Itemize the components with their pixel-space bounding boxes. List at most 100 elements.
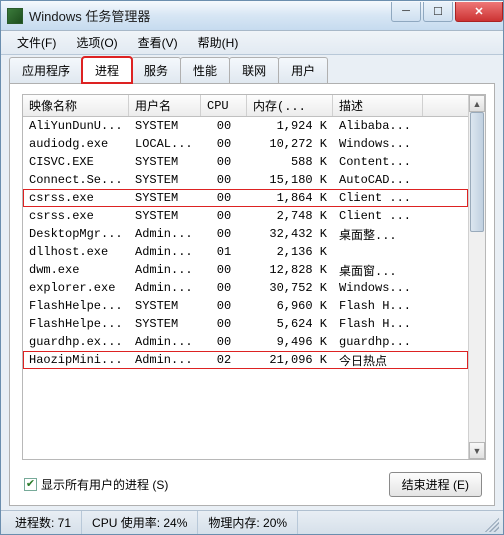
close-icon: ✕ [474, 5, 483, 18]
cell-desc: Client ... [333, 191, 423, 205]
status-phys-mem: 物理内存: 20% [198, 511, 298, 534]
col-image-name[interactable]: 映像名称 [23, 95, 129, 116]
cell-desc: Client ... [333, 209, 423, 223]
close-button[interactable]: ✕ [455, 2, 503, 22]
cell-user: Admin... [129, 245, 201, 259]
menu-options[interactable]: 选项(O) [66, 31, 127, 54]
menu-view[interactable]: 查看(V) [128, 31, 188, 54]
cell-mem: 15,180 K [247, 173, 333, 187]
cell-desc: 今日热点 [333, 352, 423, 369]
cell-cpu: 00 [201, 209, 247, 223]
cell-name: HaozipMini... [23, 353, 129, 367]
table-row[interactable]: FlashHelpe...SYSTEM005,624 KFlash H... [23, 315, 468, 333]
tab-users[interactable]: 用户 [278, 57, 328, 83]
cell-name: FlashHelpe... [23, 317, 129, 331]
process-list: 映像名称 用户名 CPU 内存(... 描述 AliYunDunU...SYST… [22, 94, 486, 460]
cell-name: AliYunDunU... [23, 119, 129, 133]
cell-desc: Windows... [333, 137, 423, 151]
menu-help[interactable]: 帮助(H) [188, 31, 249, 54]
scroll-up-button[interactable]: ▲ [469, 95, 485, 112]
col-memory[interactable]: 内存(... [247, 95, 333, 116]
cell-name: guardhp.ex... [23, 335, 129, 349]
cell-name: Connect.Se... [23, 173, 129, 187]
cell-user: SYSTEM [129, 155, 201, 169]
scroll-down-button[interactable]: ▼ [469, 442, 485, 459]
table-row[interactable]: DesktopMgr...Admin...0032,432 K桌面整... [23, 225, 468, 243]
cell-name: DesktopMgr... [23, 227, 129, 241]
task-manager-window: Windows 任务管理器 ─ ☐ ✕ 文件(F) 选项(O) 查看(V) 帮助… [0, 0, 504, 535]
cell-user: SYSTEM [129, 119, 201, 133]
table-row[interactable]: audiodg.exeLOCAL...0010,272 KWindows... [23, 135, 468, 153]
process-table: 映像名称 用户名 CPU 内存(... 描述 AliYunDunU...SYST… [23, 95, 468, 459]
cell-user: Admin... [129, 281, 201, 295]
end-process-button[interactable]: 结束进程 (E) [389, 472, 482, 497]
table-rows: AliYunDunU...SYSTEM001,924 KAlibaba...au… [23, 117, 468, 369]
cell-desc: 桌面整... [333, 226, 423, 243]
cell-cpu: 02 [201, 353, 247, 367]
table-row[interactable]: csrss.exeSYSTEM002,748 KClient ... [23, 207, 468, 225]
cell-cpu: 00 [201, 317, 247, 331]
cell-desc: Alibaba... [333, 119, 423, 133]
cell-name: CISVC.EXE [23, 155, 129, 169]
cell-desc: AutoCAD... [333, 173, 423, 187]
cell-cpu: 00 [201, 155, 247, 169]
cell-user: LOCAL... [129, 137, 201, 151]
window-controls: ─ ☐ ✕ [391, 2, 503, 22]
cell-cpu: 00 [201, 173, 247, 187]
cell-mem: 21,096 K [247, 353, 333, 367]
cell-name: FlashHelpe... [23, 299, 129, 313]
cell-cpu: 00 [201, 227, 247, 241]
cell-mem: 9,496 K [247, 335, 333, 349]
tab-applications[interactable]: 应用程序 [9, 57, 83, 83]
cell-desc: 桌面窗... [333, 262, 423, 279]
cell-desc: Windows... [333, 281, 423, 295]
maximize-button[interactable]: ☐ [423, 2, 453, 22]
titlebar[interactable]: Windows 任务管理器 ─ ☐ ✕ [1, 1, 503, 31]
col-description[interactable]: 描述 [333, 95, 423, 116]
statusbar: 进程数: 71 CPU 使用率: 24% 物理内存: 20% [1, 510, 503, 534]
vertical-scrollbar[interactable]: ▲ ▼ [468, 95, 485, 459]
cell-user: Admin... [129, 353, 201, 367]
tab-networking[interactable]: 联网 [229, 57, 279, 83]
cell-name: csrss.exe [23, 191, 129, 205]
table-row[interactable]: AliYunDunU...SYSTEM001,924 KAlibaba... [23, 117, 468, 135]
maximize-icon: ☐ [433, 5, 443, 18]
table-row[interactable]: Connect.Se...SYSTEM0015,180 KAutoCAD... [23, 171, 468, 189]
tab-performance[interactable]: 性能 [180, 57, 230, 83]
table-row[interactable]: guardhp.ex...Admin...009,496 Kguardhp... [23, 333, 468, 351]
cell-user: Admin... [129, 335, 201, 349]
bottom-bar: ✔ 显示所有用户的进程 (S) 结束进程 (E) [10, 466, 494, 505]
table-row[interactable]: CISVC.EXESYSTEM00588 KContent... [23, 153, 468, 171]
col-user-name[interactable]: 用户名 [129, 95, 201, 116]
cell-mem: 2,748 K [247, 209, 333, 223]
menu-file[interactable]: 文件(F) [7, 31, 66, 54]
cell-mem: 5,624 K [247, 317, 333, 331]
tab-services[interactable]: 服务 [131, 57, 181, 83]
table-row[interactable]: HaozipMini...Admin...0221,096 K今日热点 [23, 351, 468, 369]
col-cpu[interactable]: CPU [201, 95, 247, 116]
status-process-count: 进程数: 71 [5, 511, 82, 534]
cell-user: SYSTEM [129, 209, 201, 223]
tabstrip: 应用程序 进程 服务 性能 联网 用户 [1, 55, 503, 83]
table-row[interactable]: csrss.exeSYSTEM001,864 KClient ... [23, 189, 468, 207]
cell-user: SYSTEM [129, 173, 201, 187]
window-title: Windows 任务管理器 [29, 6, 391, 25]
cell-cpu: 00 [201, 137, 247, 151]
table-row[interactable]: FlashHelpe...SYSTEM006,960 KFlash H... [23, 297, 468, 315]
scroll-thumb[interactable] [470, 112, 484, 232]
minimize-button[interactable]: ─ [391, 2, 421, 22]
cell-cpu: 00 [201, 263, 247, 277]
cell-cpu: 00 [201, 335, 247, 349]
tab-processes[interactable]: 进程 [82, 57, 132, 83]
cell-name: dllhost.exe [23, 245, 129, 259]
scroll-track[interactable] [469, 112, 485, 442]
table-row[interactable]: dllhost.exeAdmin...012,136 K [23, 243, 468, 261]
table-row[interactable]: dwm.exeAdmin...0012,828 K桌面窗... [23, 261, 468, 279]
cell-mem: 1,924 K [247, 119, 333, 133]
cell-name: csrss.exe [23, 209, 129, 223]
cell-cpu: 00 [201, 191, 247, 205]
cell-desc: Flash H... [333, 317, 423, 331]
table-row[interactable]: explorer.exeAdmin...0030,752 KWindows... [23, 279, 468, 297]
show-all-users-checkbox[interactable]: ✔ [24, 478, 37, 491]
resize-grip-icon[interactable] [481, 514, 499, 532]
